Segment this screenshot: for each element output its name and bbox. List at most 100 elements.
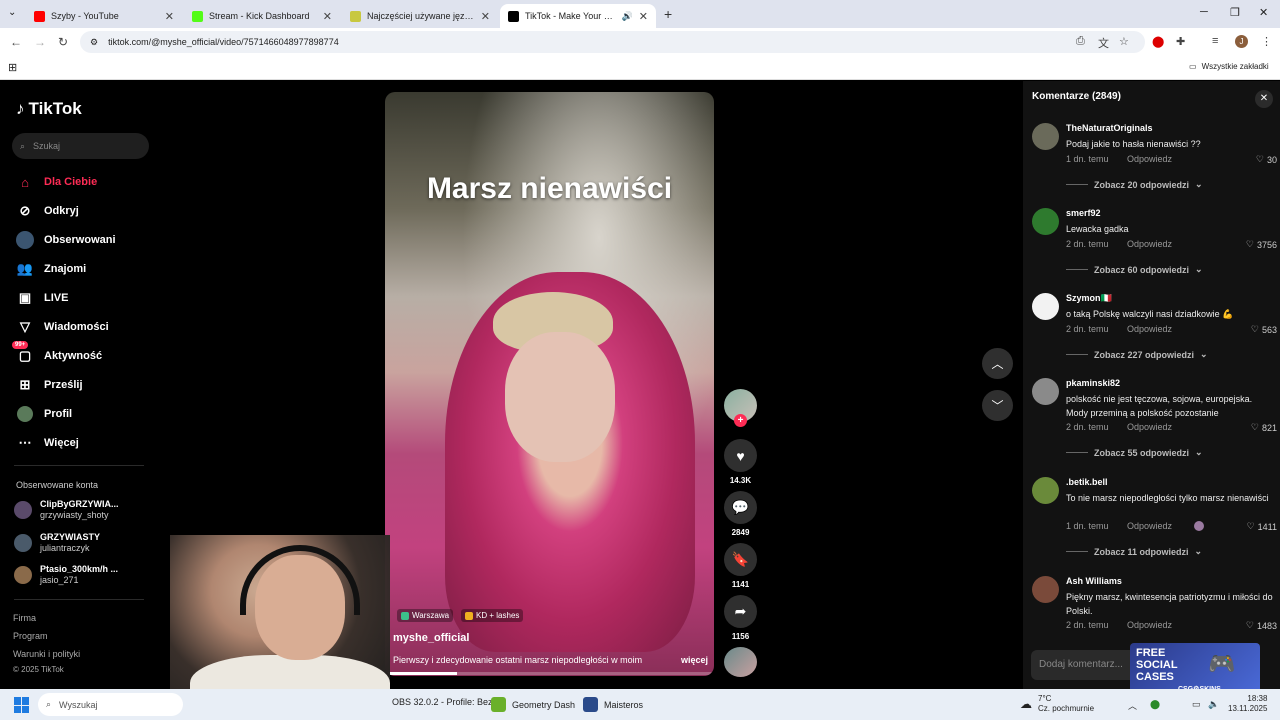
video-progress-bar[interactable] <box>385 672 714 675</box>
reply-button[interactable]: Odpowiedz <box>1127 324 1172 334</box>
reply-button[interactable]: Odpowiedz <box>1127 620 1172 630</box>
tab-list-chevron-icon[interactable]: ⌄ <box>8 7 16 18</box>
sidebar-item-messages[interactable]: ▽ Wiadomości <box>16 318 109 336</box>
comment-like[interactable]: ♡ 30 <box>1256 154 1277 165</box>
comment-action[interactable]: 💬 2849 <box>724 491 757 537</box>
video-player[interactable]: Marsz nienawiści Warszawa KD + lashes my… <box>385 92 714 676</box>
view-replies-button[interactable]: Zobacz 227 odpowiedzi ⌄ <box>1066 349 1208 360</box>
reload-icon[interactable]: ↻ <box>58 35 68 49</box>
forward-icon[interactable]: → <box>34 35 46 49</box>
extensions-icon[interactable]: ✚ <box>1176 35 1185 48</box>
tab-youtube[interactable]: Szyby - YouTube ✕ <box>26 4 182 28</box>
comment-like[interactable]: ♡ 1411 <box>1247 521 1277 532</box>
bookmark-star-icon[interactable]: ☆ <box>1119 35 1129 48</box>
comment-like[interactable]: ♡ 821 <box>1251 422 1277 433</box>
footer-link-program[interactable]: Program <box>13 631 48 641</box>
tab-tiktok[interactable]: TikTok - Make Your Day 🔊 ✕ <box>500 4 656 28</box>
sidebar-item-upload[interactable]: ⊞ Prześlij <box>16 376 83 394</box>
view-replies-button[interactable]: Zobacz 60 odpowiedzi ⌄ <box>1066 264 1203 275</box>
tab-kick[interactable]: Stream - Kick Dashboard ✕ <box>184 4 340 28</box>
view-replies-button[interactable]: Zobacz 11 odpowiedzi ⌄ <box>1066 546 1202 557</box>
sidebar-item-activity[interactable]: ▢ 99+ Aktywność <box>12 341 102 365</box>
tab-close-icon[interactable]: ✕ <box>165 10 174 23</box>
reply-button[interactable]: Odpowiedz <box>1127 154 1172 164</box>
comment-like[interactable]: ♡ 563 <box>1251 324 1277 335</box>
bookmark-icon[interactable]: 🔖 <box>724 543 757 576</box>
footer-link-company[interactable]: Firma <box>13 613 36 623</box>
comment-like[interactable]: ♡ 3756 <box>1246 239 1277 250</box>
tray-chevron-icon[interactable]: ︿ <box>1128 699 1137 712</box>
minimize-button[interactable]: ─ <box>1200 6 1208 18</box>
taskbar-search-input[interactable]: ⌕ Wyszukaj <box>38 693 183 716</box>
translate-icon[interactable]: 文 <box>1098 35 1109 51</box>
location-tag[interactable]: Warszawa <box>397 609 454 622</box>
follow-plus-icon[interactable]: + <box>734 414 747 427</box>
tab-languages[interactable]: Najczęściej używane języki świ... ✕ <box>342 4 498 28</box>
share-icon[interactable]: ➦ <box>724 595 757 628</box>
followed-account[interactable]: ClipByGRZYWIA... grzywiasty_shoty <box>14 499 119 521</box>
view-replies-button[interactable]: Zobacz 55 odpowiedzi ⌄ <box>1066 447 1203 458</box>
install-icon[interactable]: ⎙ <box>1076 35 1085 48</box>
sidebar-item-explore[interactable]: ⊘ Odkryj <box>16 202 79 220</box>
close-comments-button[interactable]: ✕ <box>1255 90 1273 108</box>
speaker-icon[interactable]: 🔊 <box>622 11 633 22</box>
effect-tag[interactable]: KD + lashes <box>461 609 524 622</box>
avatar[interactable] <box>1032 477 1059 504</box>
back-icon[interactable]: ← <box>10 35 22 49</box>
apps-grid-icon[interactable]: ⊞ <box>8 61 17 74</box>
previous-video-button[interactable]: ︿ <box>982 348 1013 379</box>
next-video-button[interactable]: ﹀ <box>982 390 1013 421</box>
taskbar-app-obs[interactable]: OBS 32.0.2 - Profile: Bez <box>392 697 493 707</box>
view-replies-button[interactable]: Zobacz 20 odpowiedzi ⌄ <box>1066 179 1203 190</box>
comment-icon[interactable]: 💬 <box>724 491 757 524</box>
search-input[interactable]: ⌕ Szukaj <box>12 133 149 159</box>
music-disc-icon[interactable] <box>724 647 757 677</box>
tab-close-icon[interactable]: ✕ <box>481 10 490 23</box>
followed-account[interactable]: Ptasio_300km/h ... jasio_271 <box>14 564 118 586</box>
sidebar-item-for-you[interactable]: ⌂ Dla Ciebie <box>16 173 97 191</box>
weather-widget[interactable]: ☁ 7°C Cz. pochmurnie <box>1020 694 1094 714</box>
sidebar-item-friends[interactable]: 👥 Znajomi <box>16 260 86 278</box>
like-action[interactable]: ♥ 14.3K <box>724 439 757 485</box>
video-author[interactable]: myshe_official <box>393 632 469 644</box>
avatar[interactable] <box>1032 123 1059 150</box>
taskbar-clock[interactable]: 18:38 13.11.2025 <box>1228 694 1267 714</box>
windows-start-icon[interactable] <box>14 697 30 713</box>
menu-dots-icon[interactable]: ⋮ <box>1261 35 1272 48</box>
restore-button[interactable]: ❐ <box>1230 6 1240 19</box>
save-action[interactable]: 🔖 1141 <box>724 543 757 589</box>
reply-button[interactable]: Odpowiedz <box>1127 239 1172 249</box>
tray-app-icon[interactable]: ⬤ <box>1150 699 1160 710</box>
sidebar-item-more[interactable]: ⋯ Więcej <box>16 434 79 452</box>
taskbar-app-maisteros[interactable]: Maisteros <box>583 697 643 712</box>
taskbar-app-geometry-dash[interactable]: Geometry Dash <box>491 697 575 712</box>
sidebar-item-live[interactable]: ▣ LIVE <box>16 289 69 307</box>
tab-close-icon[interactable]: ✕ <box>323 10 332 23</box>
sidebar-item-following[interactable]: Obserwowani <box>16 231 116 249</box>
heart-icon[interactable]: ♥ <box>724 439 757 472</box>
reply-button[interactable]: Odpowiedz <box>1127 422 1172 432</box>
share-action[interactable]: ➦ 1156 <box>724 595 757 641</box>
all-bookmarks[interactable]: ▭ Wszystkie zakładki <box>1189 62 1269 71</box>
new-tab-button[interactable]: + <box>664 6 672 22</box>
profile-avatar[interactable]: J <box>1235 35 1248 48</box>
followed-account[interactable]: GRZYWIASTY juliantraczyk <box>14 532 100 554</box>
close-window-button[interactable]: ✕ <box>1259 6 1268 19</box>
comment-like[interactable]: ♡ 1483 <box>1246 620 1277 631</box>
avatar[interactable] <box>1032 378 1059 405</box>
volume-icon[interactable]: 🔈 <box>1208 699 1219 710</box>
address-input[interactable]: ⚙ tiktok.com/@myshe_official/video/75714… <box>80 31 1145 53</box>
tiktok-logo[interactable]: ♪ TikTok <box>16 99 82 119</box>
tab-close-icon[interactable]: ✕ <box>639 10 648 23</box>
footer-link-terms[interactable]: Warunki i polityki <box>13 649 80 659</box>
reply-button[interactable]: Odpowiedz <box>1127 521 1172 531</box>
avatar[interactable] <box>1032 293 1059 320</box>
avatar[interactable] <box>1032 208 1059 235</box>
site-info-icon[interactable]: ⚙ <box>90 37 98 48</box>
sidebar-item-profile[interactable]: Profil <box>16 405 72 423</box>
avatar[interactable] <box>1032 576 1059 603</box>
network-icon[interactable]: ▭ <box>1192 699 1201 710</box>
extension-red-icon[interactable]: ⬤ <box>1152 35 1164 48</box>
media-icon[interactable]: ≡ <box>1212 35 1218 47</box>
more-link[interactable]: więcej <box>681 655 708 665</box>
